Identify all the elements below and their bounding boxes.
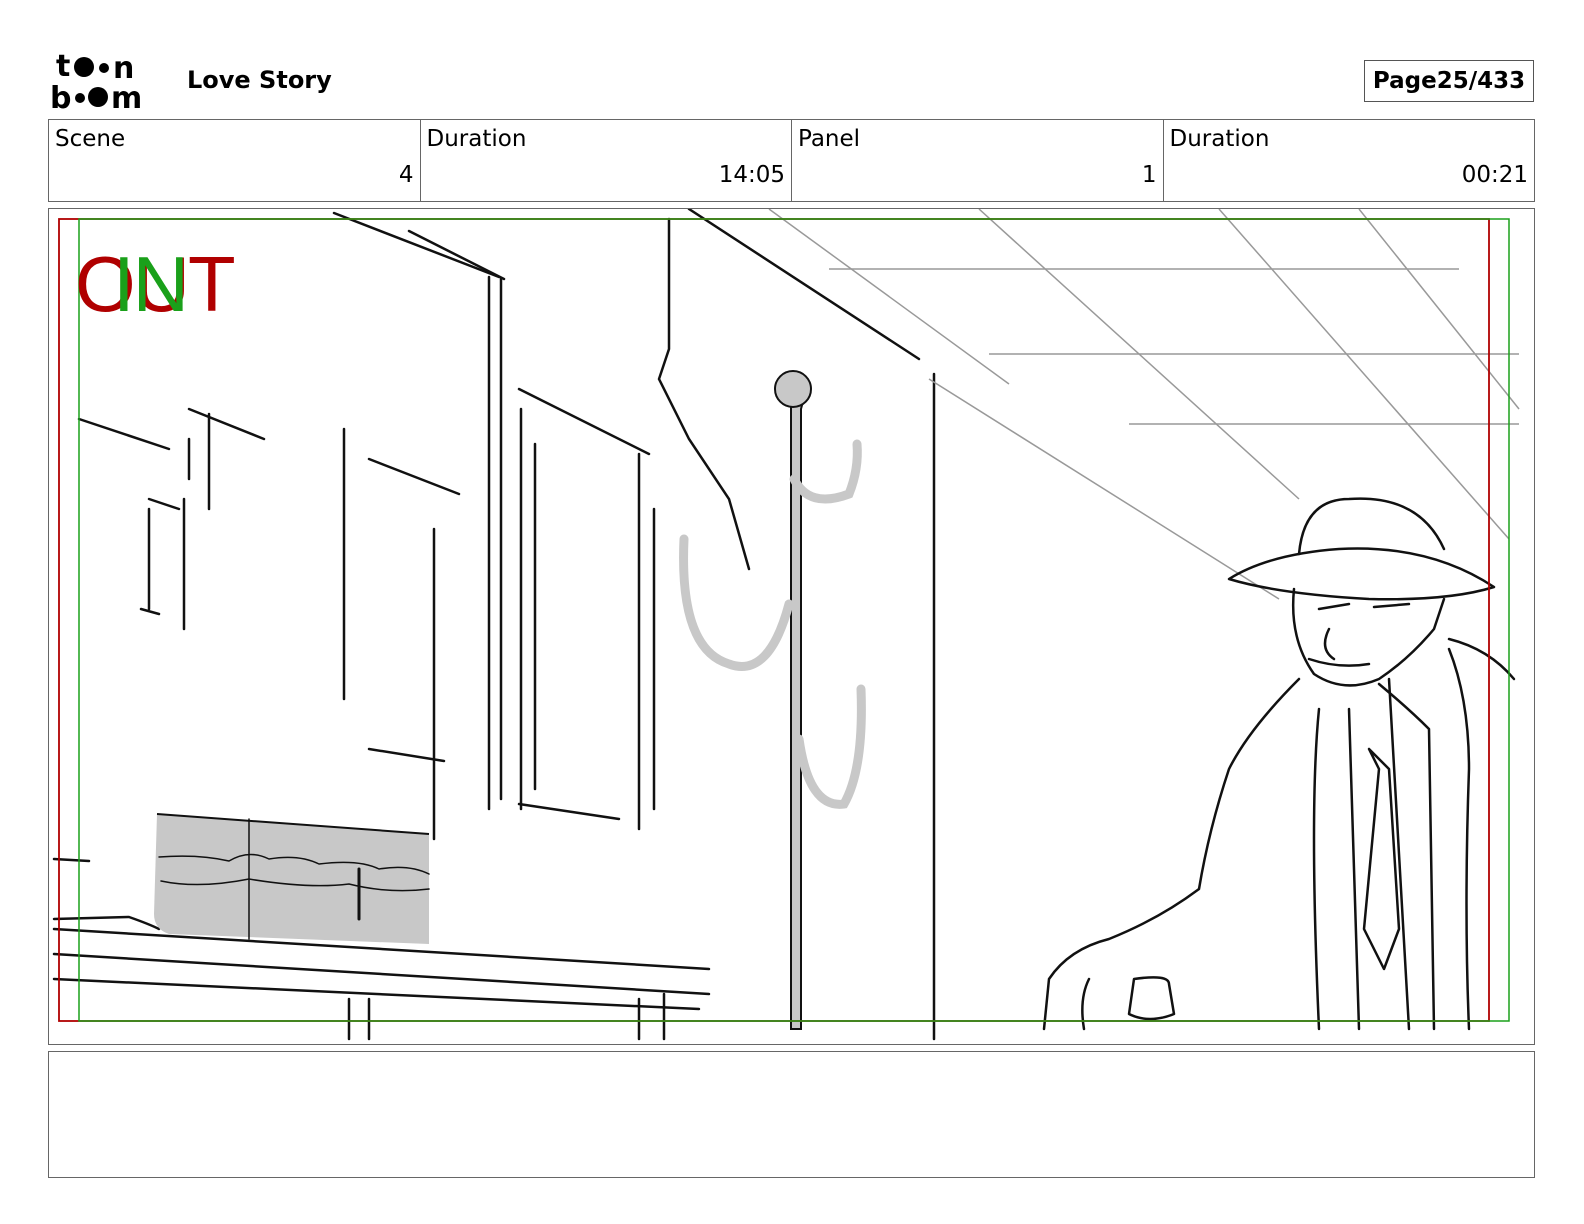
panel-duration-cell: Duration 00:21 xyxy=(1164,120,1535,201)
panel-value: 1 xyxy=(1141,162,1157,188)
toonboom-logo: t n b m xyxy=(50,50,142,112)
panel-duration-label: Duration xyxy=(1169,126,1270,152)
project-title: Love Story xyxy=(187,66,332,94)
panel-sketch xyxy=(52,209,1520,1041)
scene-label: Scene xyxy=(55,126,126,152)
scene-duration-label: Duration xyxy=(426,126,527,152)
panel-notes xyxy=(48,1051,1535,1178)
in-marker: IN xyxy=(113,240,189,328)
scene-cell: Scene 4 xyxy=(49,120,421,201)
panel-label: Panel xyxy=(798,126,861,152)
panel-duration-value: 00:21 xyxy=(1461,162,1528,188)
svg-text:b: b xyxy=(50,81,71,112)
scene-duration-value: 14:05 xyxy=(718,162,785,188)
page-label: Page xyxy=(1372,68,1437,94)
page-number: 25/433 xyxy=(1436,68,1526,94)
svg-text:m: m xyxy=(111,81,142,112)
scene-duration-cell: Duration 14:05 xyxy=(421,120,792,201)
svg-text:t: t xyxy=(56,50,70,84)
page-indicator: Page 25/433 xyxy=(1364,60,1534,102)
panel-cell: Panel 1 xyxy=(792,120,1164,201)
scene-value: 4 xyxy=(398,162,414,188)
scene-info-row: Scene 4 Duration 14:05 Panel 1 Duration … xyxy=(48,119,1535,202)
storyboard-panel: OUT IN xyxy=(48,208,1535,1045)
